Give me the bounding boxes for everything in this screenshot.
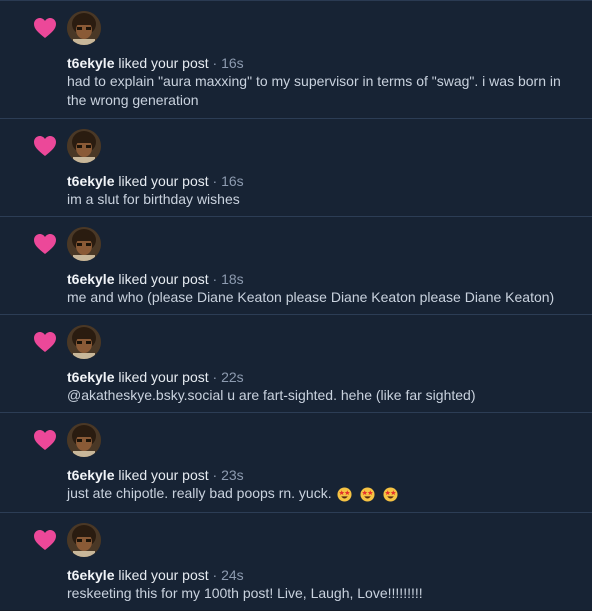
- like-notification[interactable]: t6ekyle liked your post · 16s im a slut …: [0, 119, 592, 217]
- like-notification[interactable]: t6ekyle liked your post · 18s me and who…: [0, 217, 592, 315]
- separator-dot: ·: [212, 173, 218, 189]
- timestamp: 23s: [221, 467, 244, 483]
- timestamp: 16s: [221, 55, 244, 71]
- user-handle[interactable]: t6ekyle: [67, 173, 114, 189]
- user-handle[interactable]: t6ekyle: [67, 369, 114, 385]
- avatar[interactable]: [67, 325, 101, 359]
- heart-icon: [34, 136, 56, 156]
- like-notification[interactable]: t6ekyle liked your post · 23s just ate c…: [0, 413, 592, 513]
- notification-header: t6ekyle liked your post · 24s: [67, 566, 244, 585]
- user-handle[interactable]: t6ekyle: [67, 467, 114, 483]
- notification-action: liked your post: [118, 271, 209, 287]
- heart-icon: [34, 234, 56, 254]
- notification-header: t6ekyle liked your post · 16s: [67, 54, 244, 73]
- user-handle[interactable]: t6ekyle: [67, 271, 114, 287]
- notification-action: liked your post: [118, 567, 209, 583]
- heart-icon: [34, 18, 56, 38]
- notification-feed: t6ekyle liked your post · 16s had to exp…: [0, 0, 592, 610]
- notification-header: t6ekyle liked your post · 16s: [67, 172, 244, 191]
- timestamp: 22s: [221, 369, 244, 385]
- star-struck-emoji-icon: [360, 487, 375, 502]
- post-text: just ate chipotle. really bad poops rn. …: [67, 485, 332, 501]
- like-notification[interactable]: t6ekyle liked your post · 16s had to exp…: [0, 1, 592, 119]
- avatar[interactable]: [67, 11, 101, 45]
- post-text[interactable]: @akatheskye.bsky.social u are fart-sight…: [67, 386, 577, 405]
- notification-header: t6ekyle liked your post · 22s: [67, 368, 244, 387]
- user-handle[interactable]: t6ekyle: [67, 55, 114, 71]
- star-struck-emoji-icon: [337, 487, 353, 502]
- post-text[interactable]: reskeeting this for my 100th post! Live,…: [67, 584, 577, 603]
- avatar[interactable]: [67, 423, 101, 457]
- separator-dot: ·: [212, 467, 218, 483]
- timestamp: 18s: [221, 271, 244, 287]
- avatar[interactable]: [67, 129, 101, 163]
- separator-dot: ·: [212, 369, 218, 385]
- separator-dot: ·: [212, 55, 218, 71]
- heart-icon: [34, 332, 56, 352]
- star-struck-emoji-icon: [383, 487, 398, 502]
- avatar[interactable]: [67, 227, 101, 261]
- user-handle[interactable]: t6ekyle: [67, 567, 114, 583]
- separator-dot: ·: [212, 567, 218, 583]
- notification-header: t6ekyle liked your post · 18s: [67, 270, 244, 289]
- notification-action: liked your post: [118, 369, 209, 385]
- post-text[interactable]: im a slut for birthday wishes: [67, 190, 577, 209]
- emoji-group: [337, 487, 402, 506]
- timestamp: 24s: [221, 567, 244, 583]
- separator-dot: ·: [212, 271, 218, 287]
- post-text-container[interactable]: just ate chipotle. really bad poops rn. …: [67, 484, 577, 506]
- post-text[interactable]: had to explain "aura maxxing" to my supe…: [67, 72, 577, 109]
- like-notification[interactable]: t6ekyle liked your post · 24s reskeeting…: [0, 513, 592, 611]
- notification-action: liked your post: [118, 467, 209, 483]
- post-text[interactable]: me and who (please Diane Keaton please D…: [67, 288, 577, 307]
- avatar[interactable]: [67, 523, 101, 557]
- heart-icon: [34, 430, 56, 450]
- heart-icon: [34, 530, 56, 550]
- notification-action: liked your post: [118, 173, 209, 189]
- timestamp: 16s: [221, 173, 244, 189]
- notification-header: t6ekyle liked your post · 23s: [67, 466, 244, 485]
- notification-action: liked your post: [118, 55, 209, 71]
- like-notification[interactable]: t6ekyle liked your post · 22s @akathesky…: [0, 315, 592, 413]
